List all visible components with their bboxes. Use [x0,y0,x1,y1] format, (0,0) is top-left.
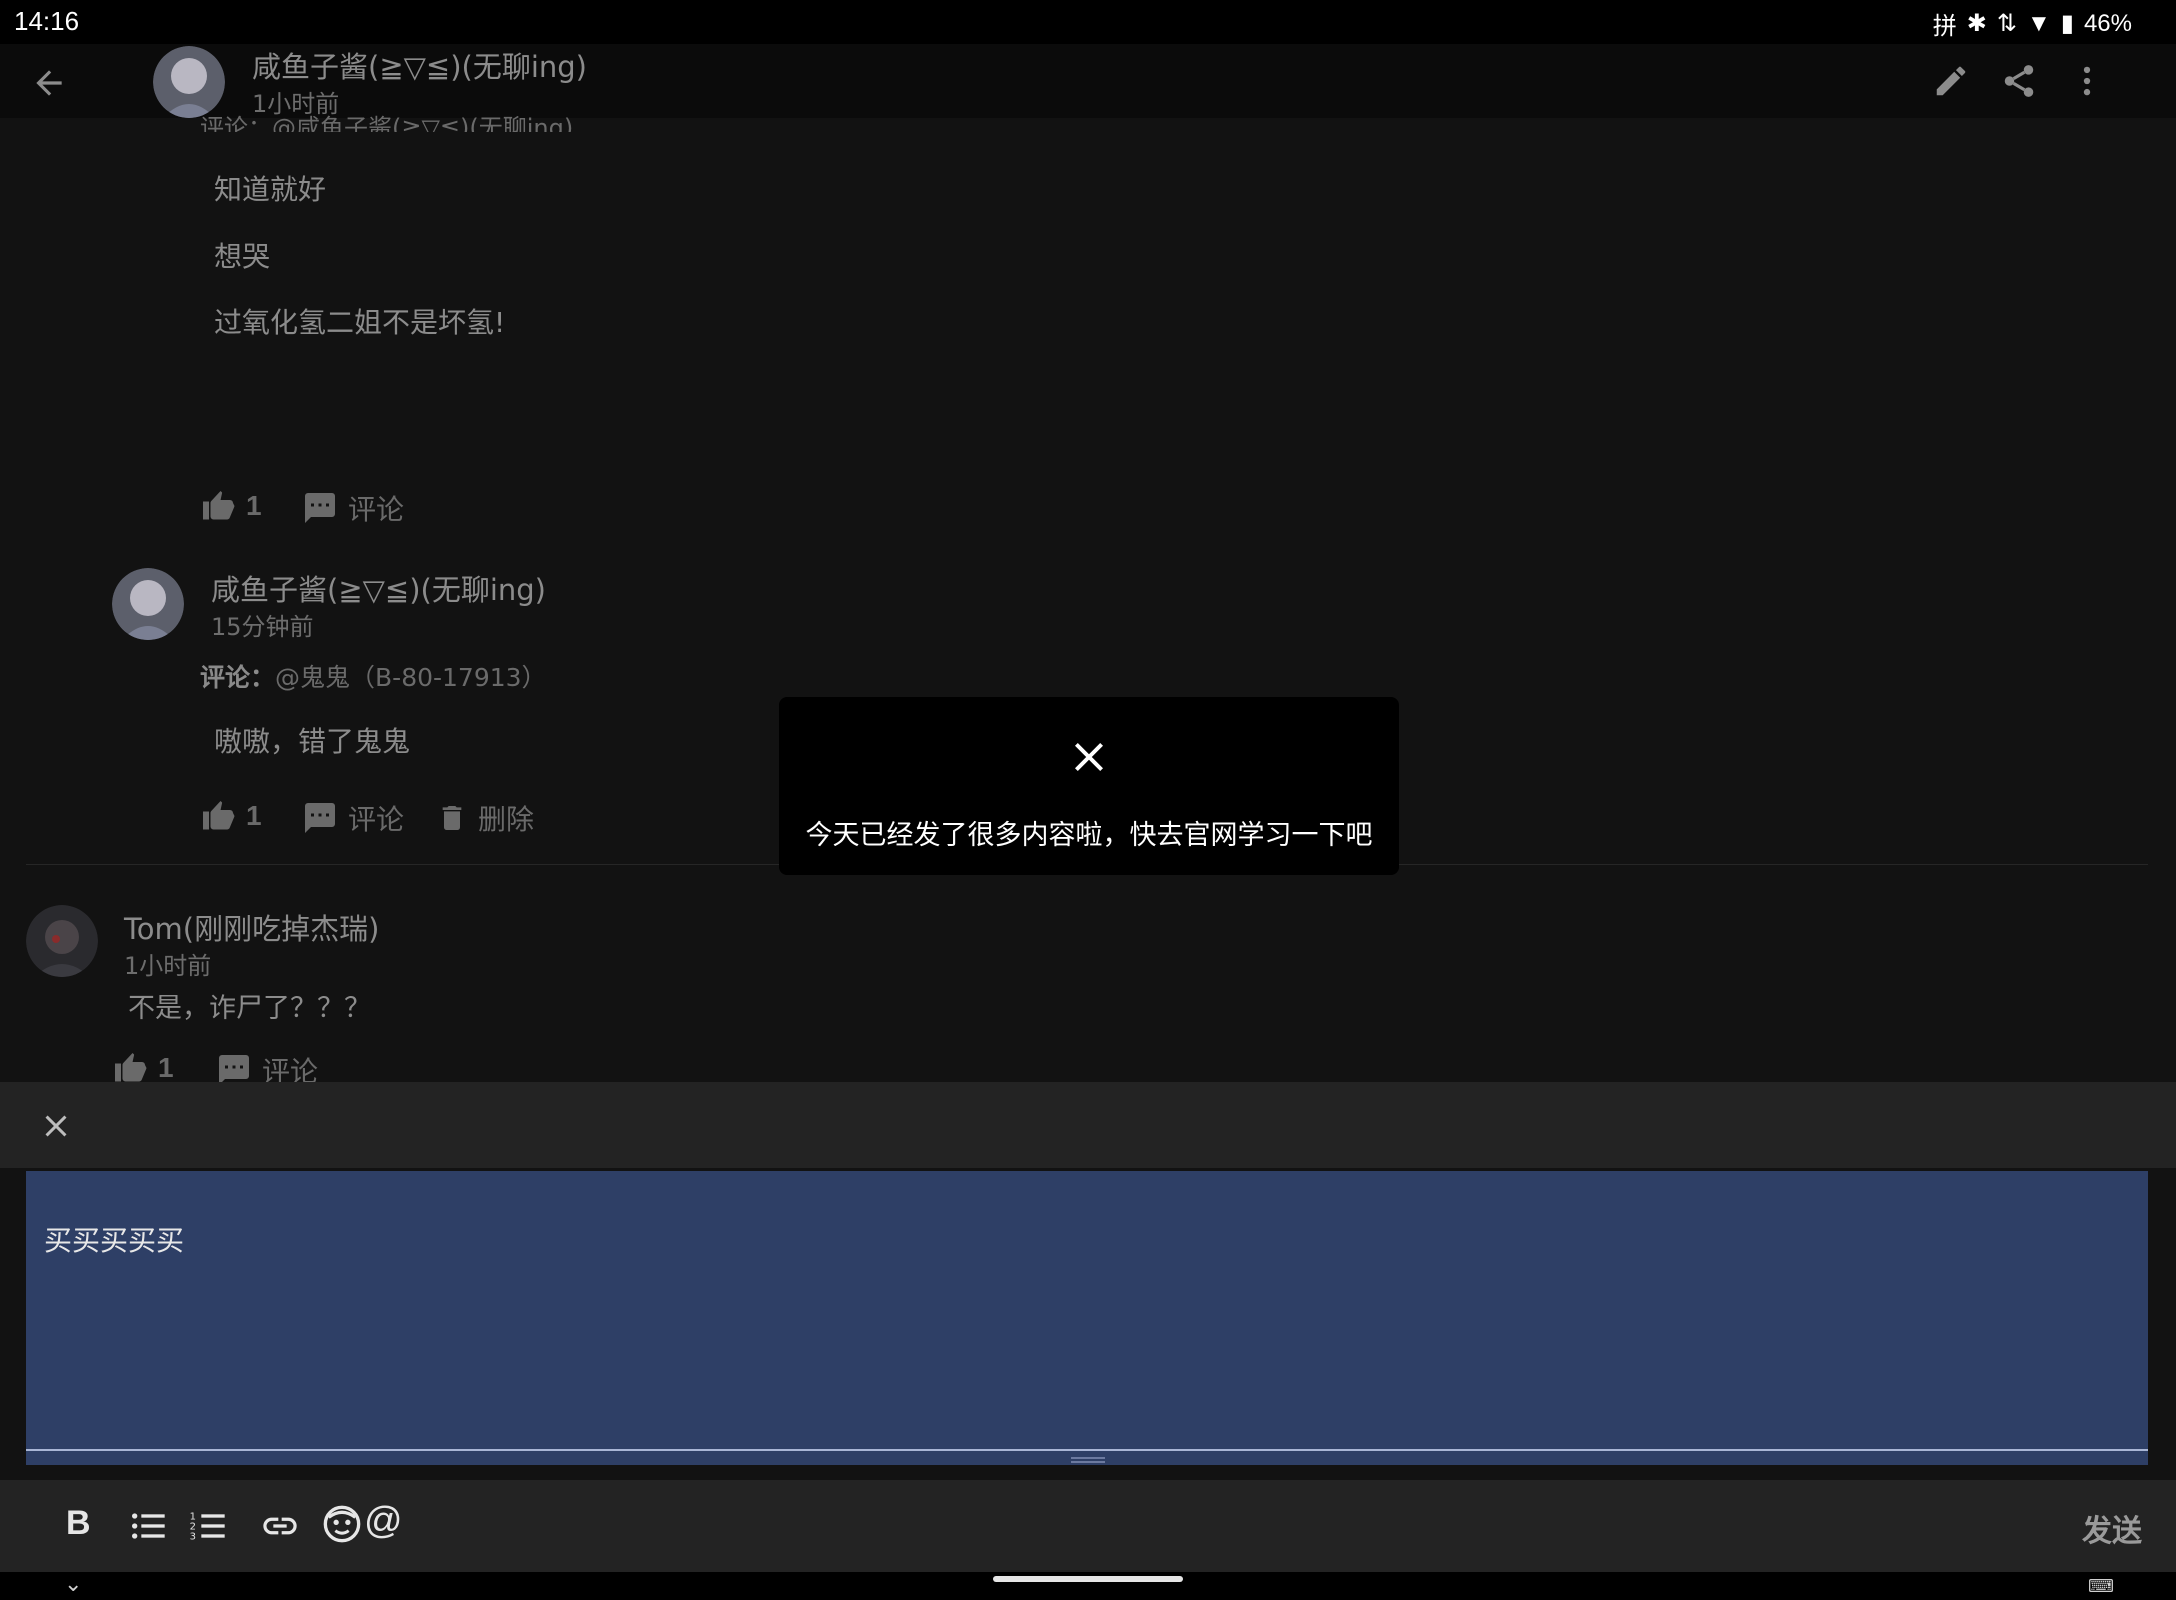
comment-line: 知道就好 [214,173,327,206]
wifi-icon: ▼ [2026,9,2051,37]
reply-reference: 评论：@鬼鬼（B-80-17913） [200,658,547,694]
reply-author-name: 咸鱼子酱(≧▽≦)(无聊ing) [211,573,547,607]
editor-toolbar: B 123 @ 发送 [0,1480,2176,1572]
bullet-list-icon[interactable] [128,1506,168,1546]
reply-time: 15分钟前 [211,613,314,641]
like-count: 1 [246,800,262,831]
top-app-bar: 咸鱼子酱(≧▽≦)(无聊ing) 1小时前 [0,44,2176,118]
back-arrow-icon[interactable] [30,64,68,102]
comment-label: 评论 [348,493,405,526]
numbered-list-icon[interactable]: 123 [188,1506,228,1546]
commenter-avatar[interactable] [26,905,98,977]
status-icons: 拼 ✱ ⇅ ▼ ▮ 46% [1933,6,2132,41]
home-handle[interactable] [993,1576,1183,1582]
link-icon[interactable] [260,1506,300,1546]
comment-text: 嗷嗷，错了鬼鬼 [214,725,411,758]
delete-label: 删除 [478,803,535,836]
comment-label: 评论 [348,803,405,836]
emoji-icon[interactable] [322,1504,362,1544]
comment-line: 想哭 [214,240,271,273]
edit-icon[interactable] [1932,62,1970,100]
status-bar: 14:16 拼 ✱ ⇅ ▼ ▮ 46% [0,0,2176,44]
delete-icon [442,806,462,830]
comment-button[interactable]: 评论 [302,488,404,528]
reply-avatar[interactable] [112,568,184,640]
bluetooth-icon: ✱ [1966,10,1987,37]
comment-time: 1小时前 [124,952,212,980]
keyboard-icon[interactable]: ⌨ [2088,1576,2114,1597]
bold-icon[interactable]: B [66,1504,91,1543]
mention-icon[interactable]: @ [364,1500,403,1543]
comment-input-text[interactable]: 买买买买买 [44,1219,184,1259]
comment-line: 过氧化氢二姐不是坏氢! [214,306,506,339]
like-count: 1 [246,490,262,521]
svg-text:3: 3 [190,1531,196,1542]
status-time: 14:16 [14,6,80,36]
reference-target[interactable]: @鬼鬼（B-80-17913） [275,663,547,692]
thumb-up-icon [203,801,235,830]
close-icon[interactable] [1065,733,1113,781]
comment-button[interactable]: 评论 [302,798,404,838]
data-icon: ⇅ [1996,10,2017,37]
comment-icon [305,493,335,523]
comment-text: 不是，诈尸了？？？ [128,993,371,1024]
reply-reference-cut: 评论：@咸鱼子酱(≧▽≦)(无聊ing) [200,114,574,132]
commenter-name: Tom(刚刚吃掉杰瑞) [124,912,380,946]
comment-icon [305,803,335,833]
share-icon[interactable] [2000,62,2038,100]
battery-level: 46% [2083,9,2132,37]
like-count: 1 [158,1052,174,1083]
system-nav-bar: ⌄ ⌨ [0,1572,2176,1600]
like-button[interactable]: 1 [200,488,262,524]
header-author-name: 咸鱼子酱(≧▽≦)(无聊ing) [252,50,588,84]
send-button[interactable]: 发送 [2082,1506,2142,1550]
comment-input[interactable]: 买买买买买 [26,1171,2148,1465]
toast-dialog: 今天已经发了很多内容啦，快去官网学习一下吧 [779,697,1399,875]
battery-icon: ▮ [2060,10,2074,37]
thumb-up-icon [203,491,235,520]
thumb-up-icon [115,1053,147,1082]
input-underline [26,1449,2148,1451]
ime-indicator: 拼 [1932,13,1957,40]
toast-message: 今天已经发了很多内容啦，快去官网学习一下吧 [805,820,1373,851]
resize-handle-icon[interactable] [1071,1455,1105,1465]
editor-header [0,1082,2176,1168]
like-button[interactable]: 1 [112,1050,174,1086]
delete-button[interactable]: 删除 [436,798,534,838]
chevron-down-icon[interactable]: ⌄ [64,1572,82,1597]
reference-label: 评论： [200,663,276,692]
close-icon[interactable] [38,1108,74,1144]
more-icon[interactable] [2068,62,2106,100]
like-button[interactable]: 1 [200,798,262,834]
